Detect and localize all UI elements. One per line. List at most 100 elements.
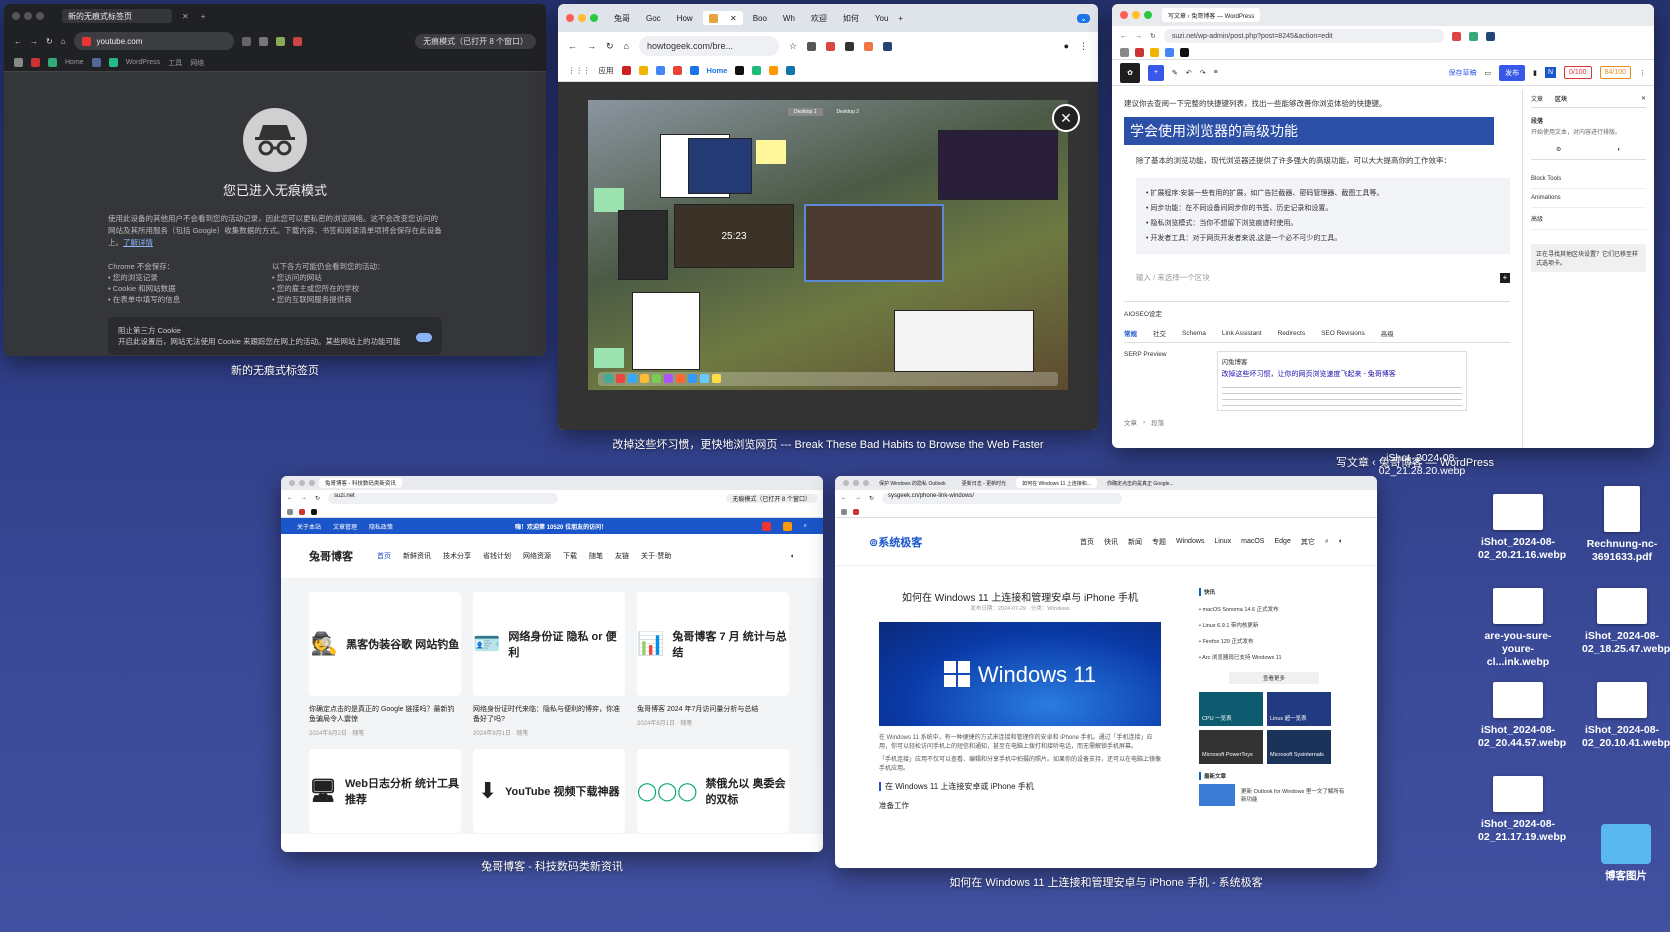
bookmark-apps[interactable]: 应用 — [599, 65, 614, 76]
back-icon[interactable]: ← — [568, 41, 577, 51]
nav-item[interactable]: 随笔 — [589, 551, 603, 561]
incognito-badge[interactable]: 无痕模式（已打开 8 个窗口） — [726, 493, 817, 503]
nav-item[interactable]: 首页 — [377, 551, 391, 561]
youtube-icon[interactable] — [761, 521, 771, 531]
tab[interactable] — [1328, 8, 1388, 22]
forward-icon[interactable]: → — [855, 495, 861, 501]
view-more-button[interactable]: 查看更多 — [1229, 672, 1319, 684]
reload-icon[interactable]: ↻ — [606, 41, 614, 52]
desktop-file[interactable]: iShot_2024-08-02_20.21.16.webp — [1478, 494, 1566, 562]
bookmark-icon[interactable] — [287, 508, 293, 515]
seo-tab[interactable]: 常规 — [1124, 328, 1137, 338]
undo-icon[interactable]: ↶ — [1186, 69, 1192, 77]
post-card[interactable]: 🪪 网络身份证 隐私 or 便利 网络身份证时代来临：隐私与便利的博弈，你准备好了… — [473, 592, 625, 737]
tab[interactable]: 兔哥 — [608, 11, 636, 25]
close-overlay-icon[interactable]: ✕ — [1052, 104, 1080, 132]
redo-icon[interactable]: ↷ — [1200, 69, 1206, 77]
paragraph-block[interactable]: 除了基本的浏览功能，现代浏览器还提供了许多强大的高级功能，可以大大提高你的工作效… — [1124, 155, 1510, 166]
tab[interactable]: Boo — [747, 11, 773, 25]
bookmark-icon[interactable] — [14, 58, 23, 67]
bookmark-icon[interactable] — [1135, 48, 1144, 57]
tab-active[interactable]: 如何在 Windows 11 上连接和... — [1016, 478, 1097, 488]
bookmark-icon[interactable] — [1180, 48, 1189, 57]
extension-icon[interactable] — [807, 41, 817, 51]
bookmark-home[interactable]: Home — [65, 59, 84, 66]
paragraph-block[interactable]: 建议你去查阅一下完整的快捷键列表，找出一些能够改善你浏览体验的快捷键。 — [1124, 98, 1510, 109]
home-icon[interactable]: ⌂ — [624, 41, 629, 51]
reload-icon[interactable]: ↻ — [1150, 32, 1156, 40]
settings-icon[interactable]: ▮ — [1533, 69, 1537, 77]
tab[interactable]: 更新日志 - 更新时光 — [956, 478, 1012, 488]
nav-item[interactable]: Windows — [1176, 538, 1204, 545]
post-title[interactable]: 你确定点击的是真正的 Google 链接吗？最新钓鱼骗局令人震惊 — [309, 704, 461, 724]
heading-block[interactable]: 学会使用浏览器的高级功能 — [1124, 117, 1494, 145]
tab[interactable]: 保护 Windows 的隐私 Outlook — [873, 478, 952, 488]
seo-tab[interactable]: SEO Revisions — [1321, 330, 1365, 337]
editor-canvas[interactable]: 建议你去查阅一下完整的快捷键列表，找出一些能够改善你浏览体验的快捷键。 学会使用… — [1112, 90, 1522, 448]
post-title[interactable]: 兔哥博客 2024 年7月访问量分析与总结 — [637, 704, 789, 714]
forward-icon[interactable]: → — [301, 495, 307, 501]
menu-icon[interactable]: ⋮ — [1079, 41, 1088, 52]
tab[interactable]: Goc — [640, 11, 667, 25]
topbar-link[interactable]: 文章管理 — [333, 522, 357, 531]
nav-item[interactable]: Linux — [1214, 538, 1231, 545]
tab-search-icon[interactable]: ⌄ — [1077, 13, 1090, 23]
seo-tab[interactable]: Link Assistant — [1222, 330, 1262, 337]
publish-button[interactable]: 发布 — [1499, 64, 1526, 81]
tab[interactable] — [1392, 8, 1452, 22]
search-icon[interactable]: ⌕ — [804, 523, 807, 530]
extension-icon[interactable] — [275, 36, 285, 46]
nav-item[interactable]: 其它 — [1301, 537, 1315, 547]
nav-item[interactable]: 下载 — [563, 551, 577, 561]
tab-active[interactable]: 写文章 ‹ 兔哥博客 — WordPress — [1162, 8, 1261, 22]
reload-icon[interactable]: ↻ — [869, 495, 874, 502]
nav-item[interactable]: 网络资源 — [523, 551, 551, 561]
desktop-file[interactable]: iShot_2024-08-02_21.17.19.webp — [1478, 776, 1566, 844]
tab[interactable]: How — [671, 11, 699, 25]
readability-score-badge[interactable]: 84/100 — [1599, 66, 1631, 79]
url-input[interactable]: sysgeek.cn/phone-link-windows/ — [882, 492, 1123, 504]
tab[interactable]: You — [869, 11, 895, 25]
forward-icon[interactable]: → — [587, 41, 596, 51]
bookmark-folder-network[interactable]: 网络 — [190, 58, 204, 68]
news-item[interactable]: • Firefox 129 正式发布 — [1199, 634, 1349, 650]
extension-icon[interactable] — [826, 41, 836, 51]
seo-tab[interactable]: 社交 — [1153, 328, 1166, 338]
tab-incognito[interactable]: 新的无痕式标签页 — [62, 9, 172, 23]
reload-icon[interactable]: ↻ — [315, 495, 320, 502]
tab[interactable]: 如何 — [837, 11, 865, 25]
twitter-icon[interactable] — [741, 522, 750, 531]
back-icon[interactable]: ← — [841, 495, 847, 501]
post-card[interactable]: ⬇ YouTube 视频下载神器 — [473, 749, 625, 841]
inline-add-block-icon[interactable]: + — [1500, 272, 1510, 283]
howtogeek-window[interactable]: 兔哥 Goc How ✕ Boo Wh 欢迎 如何 You + ⌄ ← → ↻ ⌂ h… — [558, 4, 1098, 430]
seo-tab[interactable]: 高级 — [1381, 328, 1394, 338]
wordpress-editor-window[interactable]: 写文章 ‹ 兔哥博客 — WordPress ← → ↻ suzi.net/wp-a… — [1112, 4, 1654, 448]
desktop-file[interactable]: iShot_2024-08-02_18.25.47.webp — [1582, 588, 1670, 656]
url-input[interactable]: howtogeek.com/bre... — [638, 36, 779, 56]
bookmark-icon[interactable] — [769, 66, 779, 75]
forward-icon[interactable]: → — [30, 37, 38, 46]
bookmark-icon[interactable] — [841, 508, 847, 515]
news-item[interactable]: • macOS Sonoma 14.6 正式发布 — [1199, 602, 1349, 618]
tab[interactable]: Wh — [777, 11, 801, 25]
nav-item[interactable]: 快讯 — [1104, 537, 1118, 547]
close-tab-icon[interactable]: ✕ — [730, 14, 737, 23]
nav-item[interactable]: 关于·赞助 — [641, 551, 671, 561]
apps-icon[interactable]: ⋮⋮⋮ — [568, 66, 591, 75]
post-card[interactable]: ◯◯◯ 禁俄允以 奥委会的双标 — [637, 749, 789, 841]
extension-icon[interactable] — [258, 36, 268, 46]
site-logo-icon[interactable]: ✿ — [1120, 62, 1140, 83]
tile[interactable]: Microsoft PowerToys — [1199, 730, 1263, 764]
learn-more-link[interactable]: 了解详情 — [123, 238, 153, 247]
list-view-icon[interactable]: ≡ — [1214, 69, 1218, 76]
settings-gear-icon[interactable]: ⚙ — [1556, 146, 1561, 153]
google-icon[interactable] — [655, 66, 665, 75]
bookmark-icon[interactable] — [853, 508, 859, 515]
bookmark-icon[interactable] — [1165, 48, 1174, 57]
close-sidebar-icon[interactable]: ✕ — [1641, 95, 1646, 102]
list-block[interactable]: • 扩展程序:安装一些有用的扩展，如广告拦截器、密码管理器、截图工具等。 • 同… — [1136, 178, 1510, 254]
sidebar-tab-post[interactable]: 文章 — [1531, 94, 1543, 103]
tuge-blog-window[interactable]: 兔哥博客 - 科技数码类新资讯 ← → ↻ suzi.net 无痕模式（已打开 8 … — [281, 476, 823, 852]
nav-item[interactable]: 技术分享 — [443, 551, 471, 561]
